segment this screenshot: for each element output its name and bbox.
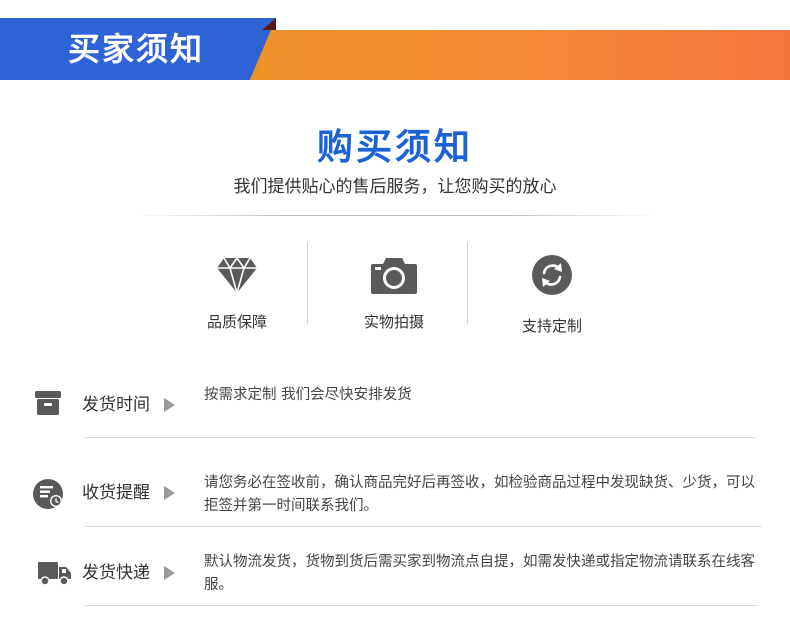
receipt-clock-icon [32,478,66,516]
refresh-icon [482,250,622,300]
row-divider [84,437,756,438]
feature-label: 支持定制 [521,317,582,335]
row-divider [84,526,762,527]
camera-icon [324,250,464,300]
diamond-icon [167,250,307,300]
row-divider [84,605,758,606]
row-label-express: 发货快递 [82,563,150,583]
feature-divider [307,242,308,324]
truck-icon [38,560,72,590]
row-label-receipt-reminder: 收货提醒 [82,483,150,503]
arrow-right-icon [164,398,175,412]
arrow-right-icon [164,486,175,500]
feature-divider [467,242,468,324]
page-subtitle: 我们提供贴心的售后服务，让您购买的放心 [233,177,557,197]
box-icon [34,389,62,421]
row-label-shipping-time: 发货时间 [82,395,150,415]
feature-label: 实物拍摄 [363,313,424,331]
feature-label: 品质保障 [206,313,267,331]
feature-real-photo: 实物拍摄 [324,250,464,332]
title-divider [130,215,660,216]
banner: 买家须知 [0,18,790,80]
banner-title: 买家须知 [68,30,205,68]
feature-quality: 品质保障 [167,250,307,332]
feature-customize: 支持定制 [482,250,622,336]
arrow-right-icon [164,566,175,580]
row-text-express: 默认物流发货，货物到货后需买家到物流点自提，如需发快递或指定物流请联系在线客服。 [204,554,755,593]
banner-orange-band [250,30,790,80]
row-text-receipt-reminder: 请您务必在签收前，确认商品完好后再签收，如检验商品过程中发现缺货、少货，可以拒签… [204,475,755,514]
row-text-shipping-time: 按需求定制 我们会尽快安排发货 [204,387,412,403]
page-title: 购买须知 [316,127,473,168]
